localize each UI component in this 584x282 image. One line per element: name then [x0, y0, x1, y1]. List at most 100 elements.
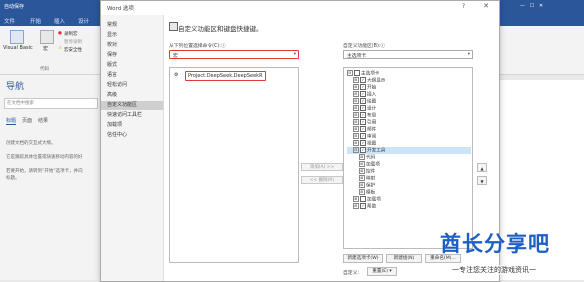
- expand-toggle-icon[interactable]: ⊟: [353, 147, 359, 153]
- expand-toggle-icon[interactable]: ⊟: [347, 70, 353, 76]
- customize-ribbon-value: 主选项卡: [347, 54, 367, 59]
- tree-row[interactable]: ⊞ ✓ 引用: [347, 119, 471, 126]
- category-item[interactable]: 常规: [107, 21, 161, 30]
- expand-toggle-icon[interactable]: ⊞: [353, 119, 359, 125]
- tree-checkbox[interactable]: ✓: [360, 112, 366, 118]
- new-tab-button[interactable]: 新建选项卡(W): [343, 254, 383, 263]
- tree-checkbox[interactable]: ✓: [360, 77, 366, 83]
- tree-row[interactable]: ⊞ ✓ 大纲显示: [347, 77, 471, 84]
- tree-row[interactable]: ⊟ 主选项卡: [347, 70, 471, 77]
- tree-row[interactable]: ⊞ ✓ 审阅: [347, 133, 471, 140]
- tree-checkbox[interactable]: ✓: [360, 105, 366, 111]
- tree-row[interactable]: ⊞ 映射: [347, 175, 471, 182]
- tab-file[interactable]: 文件: [4, 17, 15, 25]
- expand-toggle-icon[interactable]: ⊞: [359, 168, 365, 174]
- expand-toggle-icon[interactable]: ⊞: [353, 98, 359, 104]
- expand-toggle-icon[interactable]: ⊞: [353, 126, 359, 132]
- expand-toggle-icon[interactable]: ⊞: [353, 140, 359, 146]
- expand-toggle-icon[interactable]: ⊞: [353, 112, 359, 118]
- macro-label[interactable]: 宏: [43, 45, 48, 52]
- category-item[interactable]: 自定义功能区: [101, 101, 163, 110]
- customize-ribbon-icon: [169, 22, 178, 31]
- ribbon-tree[interactable]: ⊟ 主选项卡 ⊞ ✓ 大纲显示 ⊞ ✓ 开始 ⊞ ✓ 插入 ⊞ ✓ 绘图 ⊞ ✓ 设计 ⊞ ✓ 布局 ⊞ ✓ 引用 ⊞ ✓ 邮件 ⊞…: [343, 67, 473, 249]
- customize-ribbon-select[interactable]: 主选项卡 ▾: [343, 50, 473, 59]
- tree-checkbox[interactable]: ✓: [360, 91, 366, 97]
- remove-button[interactable]: << 删除(R): [301, 176, 343, 184]
- expand-toggle-icon[interactable]: ⊞: [359, 175, 365, 181]
- tree-row[interactable]: ⊞ ✓ 设计: [347, 105, 471, 112]
- tree-row[interactable]: ⊞ 模板: [347, 189, 471, 196]
- expand-toggle-icon[interactable]: ⊞: [353, 196, 359, 202]
- pause-recording-label[interactable]: 暂停录制: [64, 39, 82, 45]
- choose-commands-select[interactable]: 宏 ▾: [169, 50, 299, 59]
- tree-checkbox[interactable]: ✓: [360, 126, 366, 132]
- nav-search-input[interactable]: 在文档中搜索: [4, 98, 98, 109]
- tree-row[interactable]: ⊞ ✓ 绘图: [347, 98, 471, 105]
- expand-toggle-icon[interactable]: ⊞: [353, 91, 359, 97]
- expand-toggle-icon[interactable]: ⊞: [353, 105, 359, 111]
- tree-checkbox[interactable]: ✓: [360, 203, 366, 209]
- category-item[interactable]: 轻松访问: [107, 81, 161, 90]
- window-controls[interactable]: — ☐ ✕: [520, 3, 543, 9]
- tab-design[interactable]: 设计: [78, 17, 89, 25]
- reset-button[interactable]: 重置(E) ▾: [367, 267, 397, 276]
- help-icon[interactable]: ?: [462, 3, 465, 10]
- tree-row[interactable]: ⊞ ✓ 插入: [347, 91, 471, 98]
- nav-search-placeholder: 在文档中搜索: [7, 101, 34, 106]
- tree-checkbox[interactable]: [354, 70, 360, 76]
- tree-row[interactable]: ⊞ ✓ 帮助: [347, 203, 471, 210]
- tree-checkbox[interactable]: ✓: [360, 140, 366, 146]
- move-up-button[interactable]: ▲: [477, 163, 487, 172]
- commands-listbox[interactable]: ⚙ Project.DeepSeek.DeepSeekR: [169, 67, 299, 263]
- tree-row[interactable]: ⊞ ✓ 开始: [347, 84, 471, 91]
- category-item[interactable]: 版式: [107, 61, 161, 70]
- tab-home[interactable]: 开始: [30, 17, 41, 25]
- expand-toggle-icon[interactable]: ⊞: [359, 189, 365, 195]
- category-item[interactable]: 快速访问工具栏: [107, 111, 161, 120]
- tree-checkbox[interactable]: ✓: [360, 119, 366, 125]
- tree-row[interactable]: ⊞ 保护: [347, 182, 471, 189]
- tree-row[interactable]: ⊞ ✓ 邮件: [347, 126, 471, 133]
- tree-row-label: 插入: [367, 92, 377, 98]
- nav-tab-results[interactable]: 结果: [38, 117, 48, 124]
- expand-toggle-icon[interactable]: ⊞: [353, 133, 359, 139]
- close-icon[interactable]: ✕: [483, 2, 489, 10]
- expand-toggle-icon[interactable]: ⊞: [353, 84, 359, 90]
- tree-checkbox[interactable]: ✓: [360, 133, 366, 139]
- record-macro-label[interactable]: 录制宏: [64, 31, 78, 37]
- category-item[interactable]: 校对: [107, 41, 161, 50]
- visual-basic-icon[interactable]: [10, 30, 24, 44]
- tree-row[interactable]: ⊞ 加载项: [347, 161, 471, 168]
- tree-checkbox[interactable]: ✓: [360, 84, 366, 90]
- category-item[interactable]: 加载项: [107, 121, 161, 130]
- new-group-button[interactable]: 新建组(N): [386, 254, 422, 263]
- tree-row[interactable]: ⊟ ✓ 开发工具: [347, 147, 471, 154]
- expand-toggle-icon[interactable]: ⊞: [353, 203, 359, 209]
- tree-row[interactable]: ⊞ 代码: [347, 154, 471, 161]
- tab-insert[interactable]: 插入: [54, 17, 65, 25]
- tree-checkbox[interactable]: ✓: [360, 147, 366, 153]
- expand-toggle-icon[interactable]: ⊞: [359, 154, 365, 160]
- category-item[interactable]: 语言: [107, 71, 161, 80]
- expand-toggle-icon[interactable]: ⊞: [359, 161, 365, 167]
- tree-checkbox[interactable]: [360, 196, 366, 202]
- macro-security-label[interactable]: 宏安全性: [64, 47, 82, 53]
- expand-toggle-icon[interactable]: ⊞: [359, 182, 365, 188]
- tree-row[interactable]: ⊞ 加载项: [347, 196, 471, 203]
- tree-row[interactable]: ⊞ 控件: [347, 168, 471, 175]
- category-item[interactable]: 高级: [107, 91, 161, 100]
- nav-tab-headings[interactable]: 标题: [6, 117, 17, 125]
- tree-row[interactable]: ⊞ ✓ 布局: [347, 112, 471, 119]
- command-item[interactable]: Project.DeepSeek.DeepSeekR: [185, 71, 266, 81]
- move-down-button[interactable]: ▼: [477, 176, 487, 185]
- category-item[interactable]: 信任中心: [107, 131, 161, 140]
- expand-toggle-icon[interactable]: ⊞: [353, 77, 359, 83]
- category-item[interactable]: 保存: [107, 51, 161, 60]
- nav-tab-pages[interactable]: 页面: [22, 117, 32, 124]
- add-button[interactable]: 添加(A) >>: [301, 163, 343, 171]
- tree-row[interactable]: ⊞ ✓ 视图: [347, 140, 471, 147]
- macro-icon[interactable]: [40, 30, 54, 44]
- visual-basic-label[interactable]: Visual Basic: [3, 45, 33, 51]
- category-item[interactable]: 显示: [107, 31, 161, 40]
- tree-checkbox[interactable]: ✓: [360, 98, 366, 104]
